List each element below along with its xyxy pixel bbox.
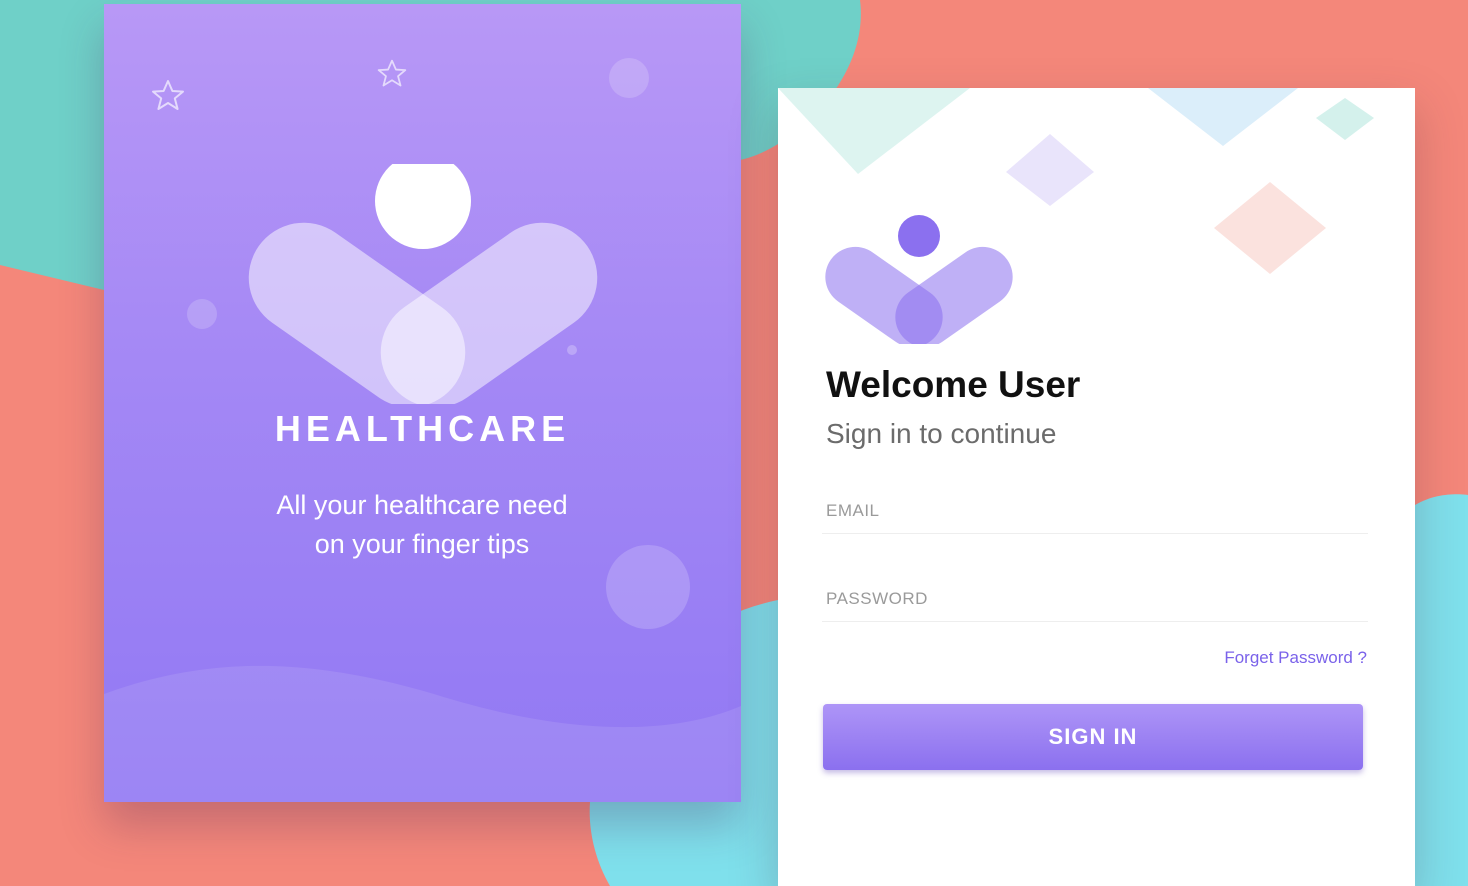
deco-diamond xyxy=(778,88,970,174)
sign-in-button[interactable]: SIGN IN xyxy=(823,704,1363,770)
login-screen: Welcome User Sign in to continue Forget … xyxy=(778,88,1415,886)
deco-diamond xyxy=(1214,182,1326,274)
tagline-line: on your finger tips xyxy=(314,529,530,559)
tagline-line: All your healthcare need xyxy=(276,490,568,520)
signin-subtitle: Sign in to continue xyxy=(826,418,1057,449)
deco-diamond xyxy=(1006,134,1094,206)
forget-password-link[interactable]: Forget Password ? xyxy=(1224,648,1367,668)
cyan-blob-bottom-right xyxy=(1415,494,1468,886)
tagline: All your healthcare need on your finger … xyxy=(222,486,622,564)
welcome-heading: Welcome User xyxy=(826,364,1081,405)
mockup-stage: HEALTHCARE All your healthcare need on y… xyxy=(0,0,1468,886)
password-field[interactable] xyxy=(822,576,1368,622)
heart-person-logo-icon xyxy=(248,164,598,404)
deco-bubble xyxy=(609,58,649,98)
heart-person-logo-icon xyxy=(825,215,1013,344)
deco-bubble xyxy=(187,299,217,329)
deco-wave xyxy=(104,665,741,802)
star-outline-icon xyxy=(377,59,407,87)
deco-diamond xyxy=(1148,88,1298,146)
deco-diamond xyxy=(1316,98,1374,140)
splash-screen: HEALTHCARE All your healthcare need on y… xyxy=(104,4,741,802)
star-outline-icon xyxy=(152,80,184,110)
brand-title: HEALTHCARE xyxy=(274,408,571,449)
email-field[interactable] xyxy=(822,488,1368,534)
